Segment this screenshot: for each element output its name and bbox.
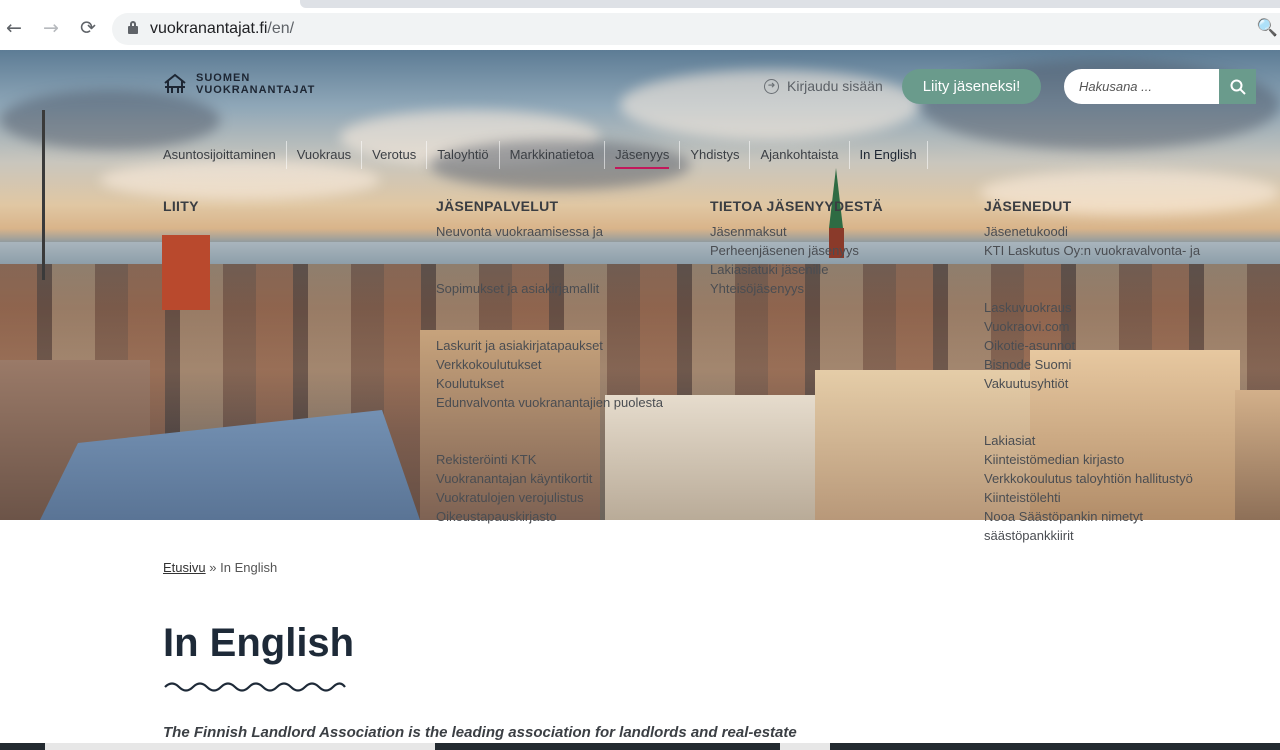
magnifier-icon[interactable]: 🔍 [1257, 18, 1278, 38]
jasenpalvelut-link [436, 431, 663, 450]
mega-title-jasenpalvelut[interactable]: JÄSENPALVELUT [436, 198, 663, 214]
jasenpalvelut-link[interactable]: Laskurit ja asiakirjatapaukset [436, 336, 663, 355]
tietoa-jasenyydesta-link[interactable]: Lakiasiatuki jäsenille [710, 260, 883, 279]
jasenpalvelut-link[interactable]: Oikeustapauskirjasto [436, 507, 663, 526]
tietoa-jasenyydesta-link[interactable]: Yhteisöjäsenyys [710, 279, 883, 298]
bottom-strip [0, 743, 1280, 750]
mega-title-tietoa-jasenyydesta[interactable]: TIETOA JÄSENYYDESTÄ [710, 198, 883, 214]
jasenedut-link[interactable]: säästöpankkiirit [984, 526, 1200, 545]
jasenedut-link[interactable]: Oikotie-asunnot [984, 336, 1200, 355]
back-arrow-icon[interactable]: ← [3, 17, 25, 39]
search-icon [1230, 79, 1246, 95]
lock-icon [128, 21, 138, 35]
search-button[interactable] [1219, 69, 1256, 104]
login-link[interactable]: ➜ Kirjaudu sisään [764, 78, 883, 94]
logo-line1: SUOMEN [196, 72, 251, 84]
sign-in-icon: ➜ [764, 78, 779, 94]
nav-item-taloyhtio[interactable]: Taloyhtiö [426, 141, 498, 169]
jasenedut-link [984, 393, 1200, 412]
jasenedut-link[interactable]: Laskuvuokraus [984, 298, 1200, 317]
jasenedut-link[interactable]: Kiinteistömedian kirjasto [984, 450, 1200, 469]
jasenpalvelut-link[interactable]: Neuvonta vuokraamisessa ja [436, 222, 663, 241]
breadcrumb-home-link[interactable]: Etusivu [163, 560, 206, 575]
jasenedut-link[interactable]: Verkkokoulutus taloyhtiön hallitustyö [984, 469, 1200, 488]
site-logo[interactable]: SUOMEN VUOKRANANTAJAT [163, 72, 315, 96]
search-input[interactable] [1064, 69, 1219, 104]
jasenedut-link[interactable]: Jäsenetukoodi [984, 222, 1200, 241]
jasenpalvelut-link[interactable]: Vuokranantajan käyntikortit [436, 469, 663, 488]
nav-item-yhdistys[interactable]: Yhdistys [679, 141, 749, 169]
jasenedut-link [984, 279, 1200, 298]
main-nav: Asuntosijoittaminen Vuokraus Verotus Tal… [163, 141, 928, 169]
breadcrumb-current: In English [220, 560, 278, 575]
mega-column-jasenedut: JÄSENEDUT Jäsenetukoodi KTI Laskutus Oy:n… [984, 198, 1200, 545]
nav-item-vuokraus[interactable]: Vuokraus [285, 141, 361, 169]
jasenedut-link[interactable]: Vakuutusyhtiöt [984, 374, 1200, 393]
house-logo-icon [163, 73, 187, 95]
nav-item-verotus[interactable]: Verotus [361, 141, 426, 169]
breadcrumb: Etusivu » In English [163, 560, 277, 575]
browser-toolbar: ← → ⟳ vuokranantajat.fi/en/ 🔍 [0, 0, 1280, 50]
jasenpalvelut-link[interactable]: Edunvalvonta vuokranantajien puolesta [436, 393, 663, 412]
url-domain: vuokranantajat.fi [150, 20, 268, 37]
jasenpalvelut-link[interactable]: Vuokratulojen verojulistus [436, 488, 663, 507]
reload-icon[interactable]: ⟳ [77, 17, 99, 39]
mega-column-tietoa-jasenyydesta: TIETOA JÄSENYYDESTÄ Jäsenmaksut Perheenjä… [710, 198, 883, 298]
address-bar[interactable]: vuokranantajat.fi/en/ 🔍 [112, 13, 1280, 45]
join-button[interactable]: Liity jäseneksi! [902, 69, 1041, 104]
forward-arrow-icon[interactable]: → [40, 17, 62, 39]
tietoa-jasenyydesta-link[interactable]: Jäsenmaksut [710, 222, 883, 241]
login-label: Kirjaudu sisään [787, 78, 883, 94]
url-text[interactable]: vuokranantajat.fi/en/ [150, 20, 294, 38]
jasenpalvelut-link[interactable]: Verkkokoulutukset [436, 355, 663, 374]
nav-item-ajankohtaista[interactable]: Ajankohtaista [749, 141, 848, 169]
jasenedut-link[interactable]: KTI Laskutus Oy:n vuokravalvonta- ja [984, 241, 1200, 260]
jasenpalvelut-link[interactable]: Rekisteröinti KTK [436, 450, 663, 469]
jasenedut-link [984, 412, 1200, 431]
mega-title-liity[interactable]: LIITY [163, 198, 199, 214]
nav-item-in-english[interactable]: In English [848, 141, 928, 169]
jasenedut-link[interactable]: Lakiasiat [984, 431, 1200, 450]
jasenpalvelut-link[interactable]: Koulutukset [436, 374, 663, 393]
lead-paragraph: The Finnish Landlord Association is the … [163, 724, 797, 741]
mega-column-liity: LIITY [163, 198, 199, 222]
site-search [1064, 69, 1256, 104]
jasenpalvelut-link [436, 241, 663, 260]
tietoa-jasenyydesta-link[interactable]: Perheenjäsenen jäsenyys [710, 241, 883, 260]
jasenpalvelut-link [436, 317, 663, 336]
jasenpalvelut-link [436, 298, 663, 317]
nav-item-markkinatietoa[interactable]: Markkinatietoa [498, 141, 605, 169]
wave-divider [164, 682, 346, 692]
jasenpalvelut-link [436, 260, 663, 279]
url-path: /en/ [267, 20, 295, 37]
mega-column-jasenpalvelut: JÄSENPALVELUT Neuvonta vuokraamisessa ja… [436, 198, 663, 526]
jasenedut-link[interactable]: Vuokraovi.com [984, 317, 1200, 336]
nav-item-jasenyys[interactable]: Jäsenyys [604, 141, 679, 169]
logo-text: SUOMEN VUOKRANANTAJAT [196, 72, 315, 96]
jasenedut-link[interactable]: Bisnode Suomi [984, 355, 1200, 374]
logo-line2: VUOKRANANTAJAT [196, 84, 316, 96]
jasenpalvelut-link [436, 412, 663, 431]
tab-strip [300, 0, 1280, 8]
nav-item-asuntosijoittaminen[interactable]: Asuntosijoittaminen [163, 141, 286, 169]
jasenedut-link[interactable]: Kiinteistölehti [984, 488, 1200, 507]
page-title: In English [163, 621, 355, 665]
jasenedut-link [984, 260, 1200, 279]
jasenedut-link[interactable]: Nooa Säästöpankin nimetyt [984, 507, 1200, 526]
breadcrumb-separator: » [209, 560, 217, 575]
jasenpalvelut-link[interactable]: Sopimukset ja asiakirjamallit [436, 279, 663, 298]
mega-title-jasenedut[interactable]: JÄSENEDUT [984, 198, 1200, 214]
